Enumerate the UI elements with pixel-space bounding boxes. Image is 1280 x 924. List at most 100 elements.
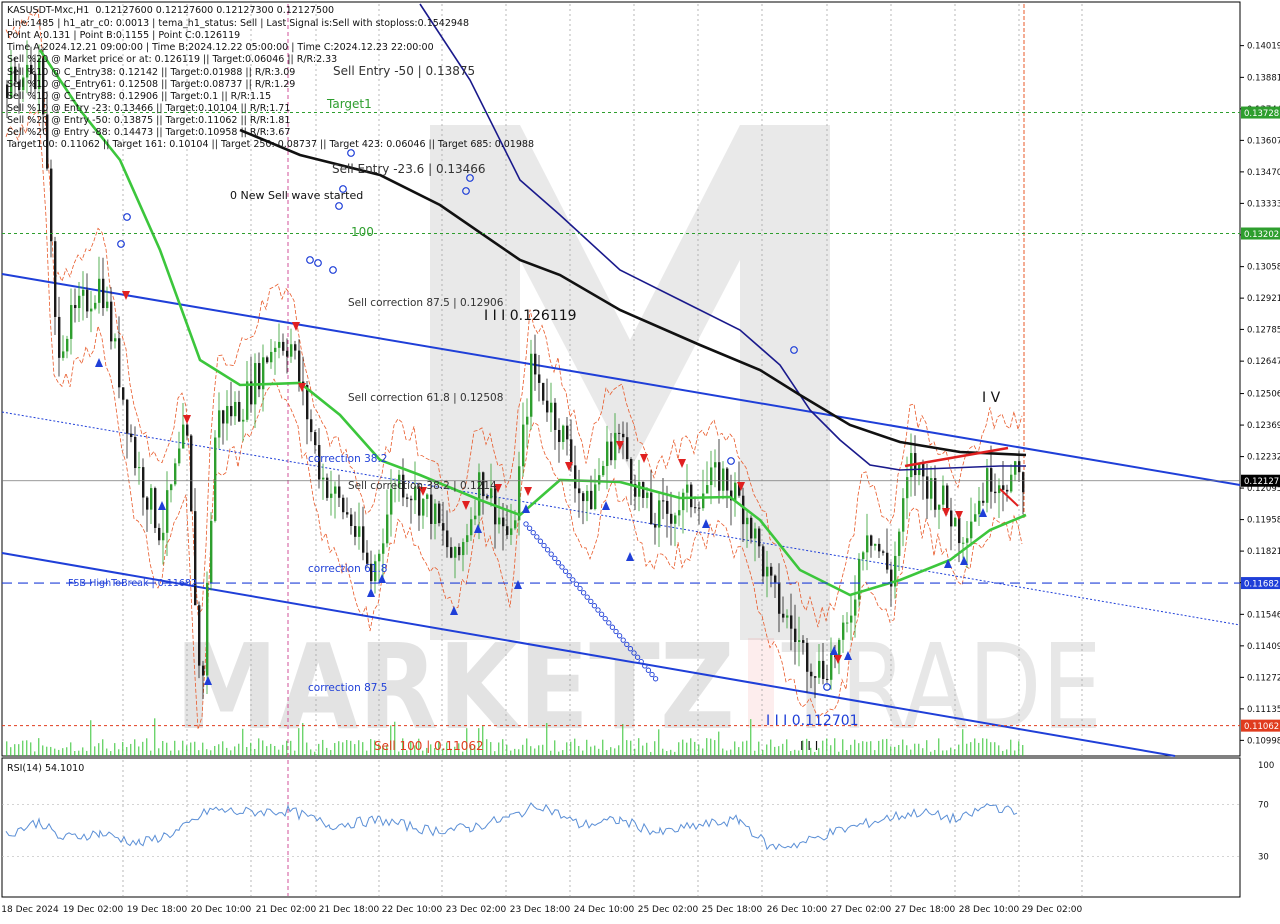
volume-bar	[998, 745, 1000, 756]
volume-bar	[630, 740, 632, 756]
candle-up	[378, 553, 381, 562]
candle-up	[386, 514, 389, 544]
candle-down	[58, 316, 61, 358]
rsi-tick-label: 70	[1258, 800, 1269, 810]
volume-bar	[930, 751, 932, 756]
time-label: 23 Dec 18:00	[510, 905, 571, 915]
candle-up	[466, 535, 469, 543]
volume-bar	[758, 741, 760, 756]
annotation-fsb-high: FSB-HighToBreak | 0.11682	[68, 578, 197, 589]
candle-down	[506, 526, 509, 535]
candle-up	[722, 468, 725, 491]
candle-up	[322, 477, 325, 480]
volume-bar	[586, 739, 588, 756]
volume-bar	[502, 739, 504, 756]
candle-down	[950, 510, 953, 527]
candle-down	[770, 566, 773, 576]
volume-bar	[126, 747, 128, 756]
volume-bar	[306, 742, 308, 756]
volume-bar	[714, 740, 716, 756]
volume-bar	[226, 747, 228, 756]
candle-up	[594, 484, 597, 510]
candle-down	[54, 241, 57, 317]
candle-up	[846, 622, 849, 624]
candle-up	[90, 308, 93, 312]
candle-down	[926, 476, 929, 499]
candle-down	[742, 495, 745, 525]
rsi-tick-label: 100	[1258, 761, 1274, 771]
volume-bar	[702, 748, 704, 756]
volume-bar	[134, 739, 136, 756]
volume-bar	[346, 740, 348, 756]
annotation-correction-618: correction 61.8	[308, 563, 387, 575]
candle-up	[234, 401, 237, 417]
volume-bar	[262, 740, 264, 756]
candle-down	[778, 582, 781, 614]
volume-bar	[950, 747, 952, 756]
candle-up	[426, 494, 429, 499]
candle-down	[822, 660, 825, 679]
volume-bar	[498, 742, 500, 756]
volume-bar	[322, 739, 324, 756]
volume-bar	[570, 741, 572, 756]
candle-down	[186, 424, 189, 436]
candle-down	[282, 341, 285, 351]
annotation-correction-382: correction 38.2	[308, 453, 387, 465]
annotation-target1: Target1	[326, 97, 372, 111]
chart-canvas[interactable]: MARKETZ TRADE 1007030 KASUSDT-Mxc,H1 0.12…	[0, 0, 1280, 920]
candle-down	[442, 523, 445, 531]
annotation-sell-entry-50: Sell Entry -50 | 0.13875	[333, 64, 475, 78]
volume-bar	[298, 728, 300, 756]
candle-down	[806, 642, 809, 672]
volume-bar	[318, 743, 320, 756]
candle-up	[686, 484, 689, 493]
candle-up	[898, 531, 901, 556]
volume-bar	[130, 743, 132, 756]
volume-bar	[730, 749, 732, 756]
volume-bar	[926, 740, 928, 756]
candle-up	[674, 515, 677, 524]
candle-down	[146, 497, 149, 510]
volume-bar	[602, 739, 604, 756]
volume-bar	[734, 741, 736, 756]
volume-bar	[146, 738, 148, 756]
volume-bar	[138, 746, 140, 756]
volume-bar	[82, 747, 84, 756]
candle-down	[410, 498, 413, 501]
candle-down	[826, 678, 829, 680]
volume-bar	[706, 738, 708, 756]
volume-bar	[562, 750, 564, 756]
volume-bar	[786, 739, 788, 756]
volume-bar	[606, 750, 608, 756]
info-line: Sell %10 @ Entry -23: 0.13466 || Target:…	[7, 103, 290, 114]
volume-bar	[850, 744, 852, 756]
trading-chart[interactable]: MARKETZ TRADE 100 70 30 KASUSDT-Mxc,H1 0.12…	[0, 0, 1280, 920]
volume-bar	[98, 743, 100, 756]
candle-up	[94, 302, 97, 309]
candle-up	[970, 521, 973, 539]
candle-up	[714, 462, 717, 468]
time-label: 28 Dec 10:00	[959, 905, 1020, 915]
price-tick-label: 0.12506	[1247, 390, 1280, 400]
volume-bar	[726, 750, 728, 756]
price-tick-label: 0.13058	[1247, 263, 1280, 273]
time-label: 18 Dec 2024	[1, 905, 59, 915]
candle-up	[798, 640, 801, 643]
volume-bar	[506, 744, 508, 756]
candle-down	[622, 433, 625, 438]
candle-up	[866, 535, 869, 553]
volume-bar	[194, 741, 196, 756]
volume-bar	[34, 751, 36, 756]
price-badge-label: 0.11682	[1244, 580, 1279, 590]
candle-down	[922, 463, 925, 477]
volume-bar	[982, 738, 984, 756]
rsi-label: RSI(14) 54.1010	[7, 763, 84, 774]
candle-down	[718, 462, 721, 491]
candle-down	[438, 503, 441, 524]
candle-down	[446, 530, 449, 548]
candle-up	[586, 490, 589, 502]
candle-up	[242, 419, 245, 422]
candle-down	[354, 525, 357, 537]
candle-down	[134, 436, 137, 469]
candle-down	[690, 484, 693, 508]
